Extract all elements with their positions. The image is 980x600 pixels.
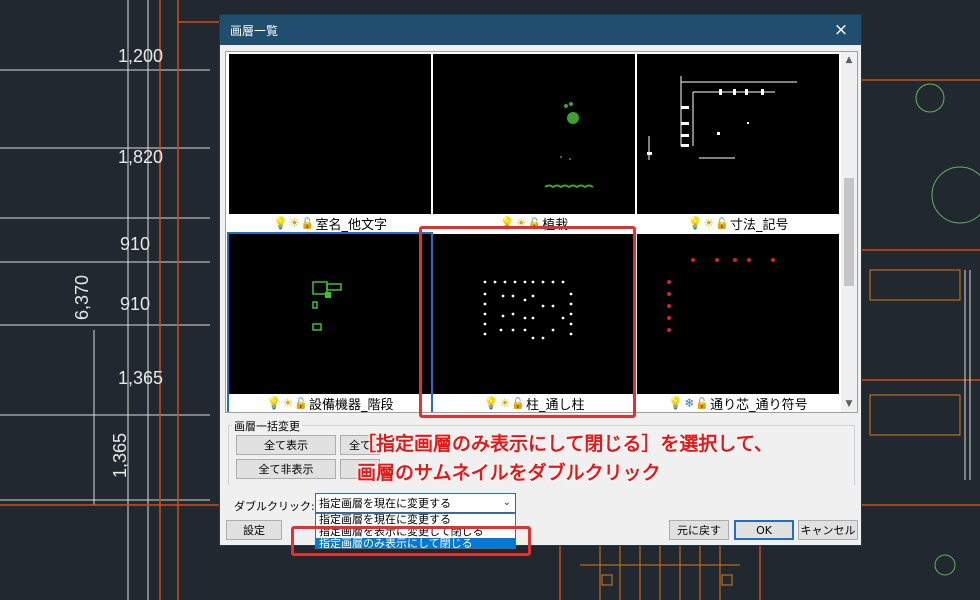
layer-thumbnail[interactable]: 💡 ❄ 🔓 通り芯_通り符号 — [637, 234, 839, 412]
double-click-label: ダブルクリック: — [234, 500, 315, 513]
batch-change-label: 画層一括変更 — [232, 418, 302, 434]
dim-1820: 1,820 — [118, 147, 164, 167]
layer-name: 通り芯_通り符号 — [710, 397, 808, 413]
sun-icon[interactable]: ☀ — [282, 397, 293, 409]
sun-icon[interactable]: ☀ — [703, 217, 714, 229]
layer-thumbnail[interactable]: 💡 ☀ 🔓 寸法_記号 — [637, 54, 839, 233]
ok-button[interactable]: OK — [734, 520, 794, 540]
thumbnail-caption: 💡 ☀ 🔓 寸法_記号 — [637, 214, 839, 233]
layer-thumbnail[interactable]: 💡 ☀ 🔓 室名_他文字 — [229, 54, 431, 233]
unlock-icon[interactable]: 🔓 — [715, 218, 729, 229]
chevron-down-icon[interactable]: ⌄ — [503, 497, 511, 508]
scroll-up-icon[interactable]: ▲ — [841, 52, 857, 68]
unlock-icon[interactable]: 🔓 — [301, 218, 315, 229]
highlight-box-thumbnail — [419, 226, 636, 418]
thumbnail-caption: 💡 ☀ 🔓 室名_他文字 — [229, 214, 431, 233]
scrollbar-thumb[interactable] — [844, 178, 854, 286]
title-bar[interactable]: 画層一覧 × — [220, 15, 861, 45]
show-all-button[interactable]: 全て表示 — [236, 435, 336, 455]
snowflake-icon[interactable]: ❄ — [684, 397, 694, 409]
dim-1365-vertical: 1,365 — [110, 432, 130, 478]
lightbulb-icon[interactable]: 💡 — [267, 397, 282, 409]
thumbnail-image — [637, 234, 839, 394]
dialog-title: 画層一覧 — [230, 23, 279, 38]
double-click-select[interactable]: 指定画層を現在に変更する ⌄ — [315, 493, 516, 513]
scroll-down-icon[interactable]: ▼ — [841, 396, 857, 412]
unlock-icon[interactable]: 🔓 — [695, 398, 709, 409]
hide-all-button[interactable]: 全て非表示 — [236, 459, 336, 479]
thumbnail-image — [637, 54, 839, 214]
callout-line-1: ［指定画層のみ表示にして閉じる］を選択して、 — [357, 433, 773, 455]
dim-6370: 6,370 — [72, 274, 92, 320]
layer-name: 設備機器_階段 — [308, 397, 394, 413]
layer-name: 室名_他文字 — [315, 217, 387, 233]
close-icon[interactable]: × — [831, 20, 851, 40]
settings-button[interactable]: 設定 — [226, 520, 282, 540]
layer-thumbnail[interactable]: 💡 ☀ 🔓 設備機器_階段 — [227, 232, 433, 412]
vertical-scrollbar[interactable]: ▲ ▼ — [841, 52, 857, 412]
instruction-callout: ［指定画層のみ表示にして閉じる］を選択して、 画層のサムネイルをダブルクリック — [357, 430, 773, 488]
dim-1200: 1,200 — [118, 46, 164, 66]
lightbulb-icon[interactable]: 💡 — [688, 217, 703, 229]
dim-1365: 1,365 — [118, 368, 164, 388]
cancel-button[interactable]: キャンセル — [798, 520, 858, 540]
restore-button[interactable]: 元に戻す — [669, 520, 729, 540]
thumbnail-image — [227, 232, 433, 396]
lightbulb-icon[interactable]: 💡 — [668, 397, 683, 409]
thumbnail-image — [229, 54, 431, 214]
thumbnail-image — [433, 54, 635, 214]
lightbulb-icon[interactable]: 💡 — [273, 217, 288, 229]
dim-910-a: 910 — [120, 234, 151, 254]
highlight-box-option — [291, 526, 531, 556]
thumbnail-caption: 💡 ☀ 🔓 設備機器_階段 — [229, 394, 431, 412]
unlock-icon[interactable]: 🔓 — [294, 398, 308, 409]
layer-thumbnail[interactable]: 💡 ☀ 🔓 植栽 — [433, 54, 635, 233]
thumbnail-caption: 💡 ❄ 🔓 通り芯_通り符号 — [637, 394, 839, 412]
double-click-selected-value: 指定画層を現在に変更する — [319, 497, 451, 510]
dim-910-b: 910 — [120, 294, 151, 314]
sun-icon[interactable]: ☀ — [289, 217, 300, 229]
callout-line-2: 画層のサムネイルをダブルクリック — [357, 462, 661, 484]
layer-name: 寸法_記号 — [729, 217, 789, 233]
